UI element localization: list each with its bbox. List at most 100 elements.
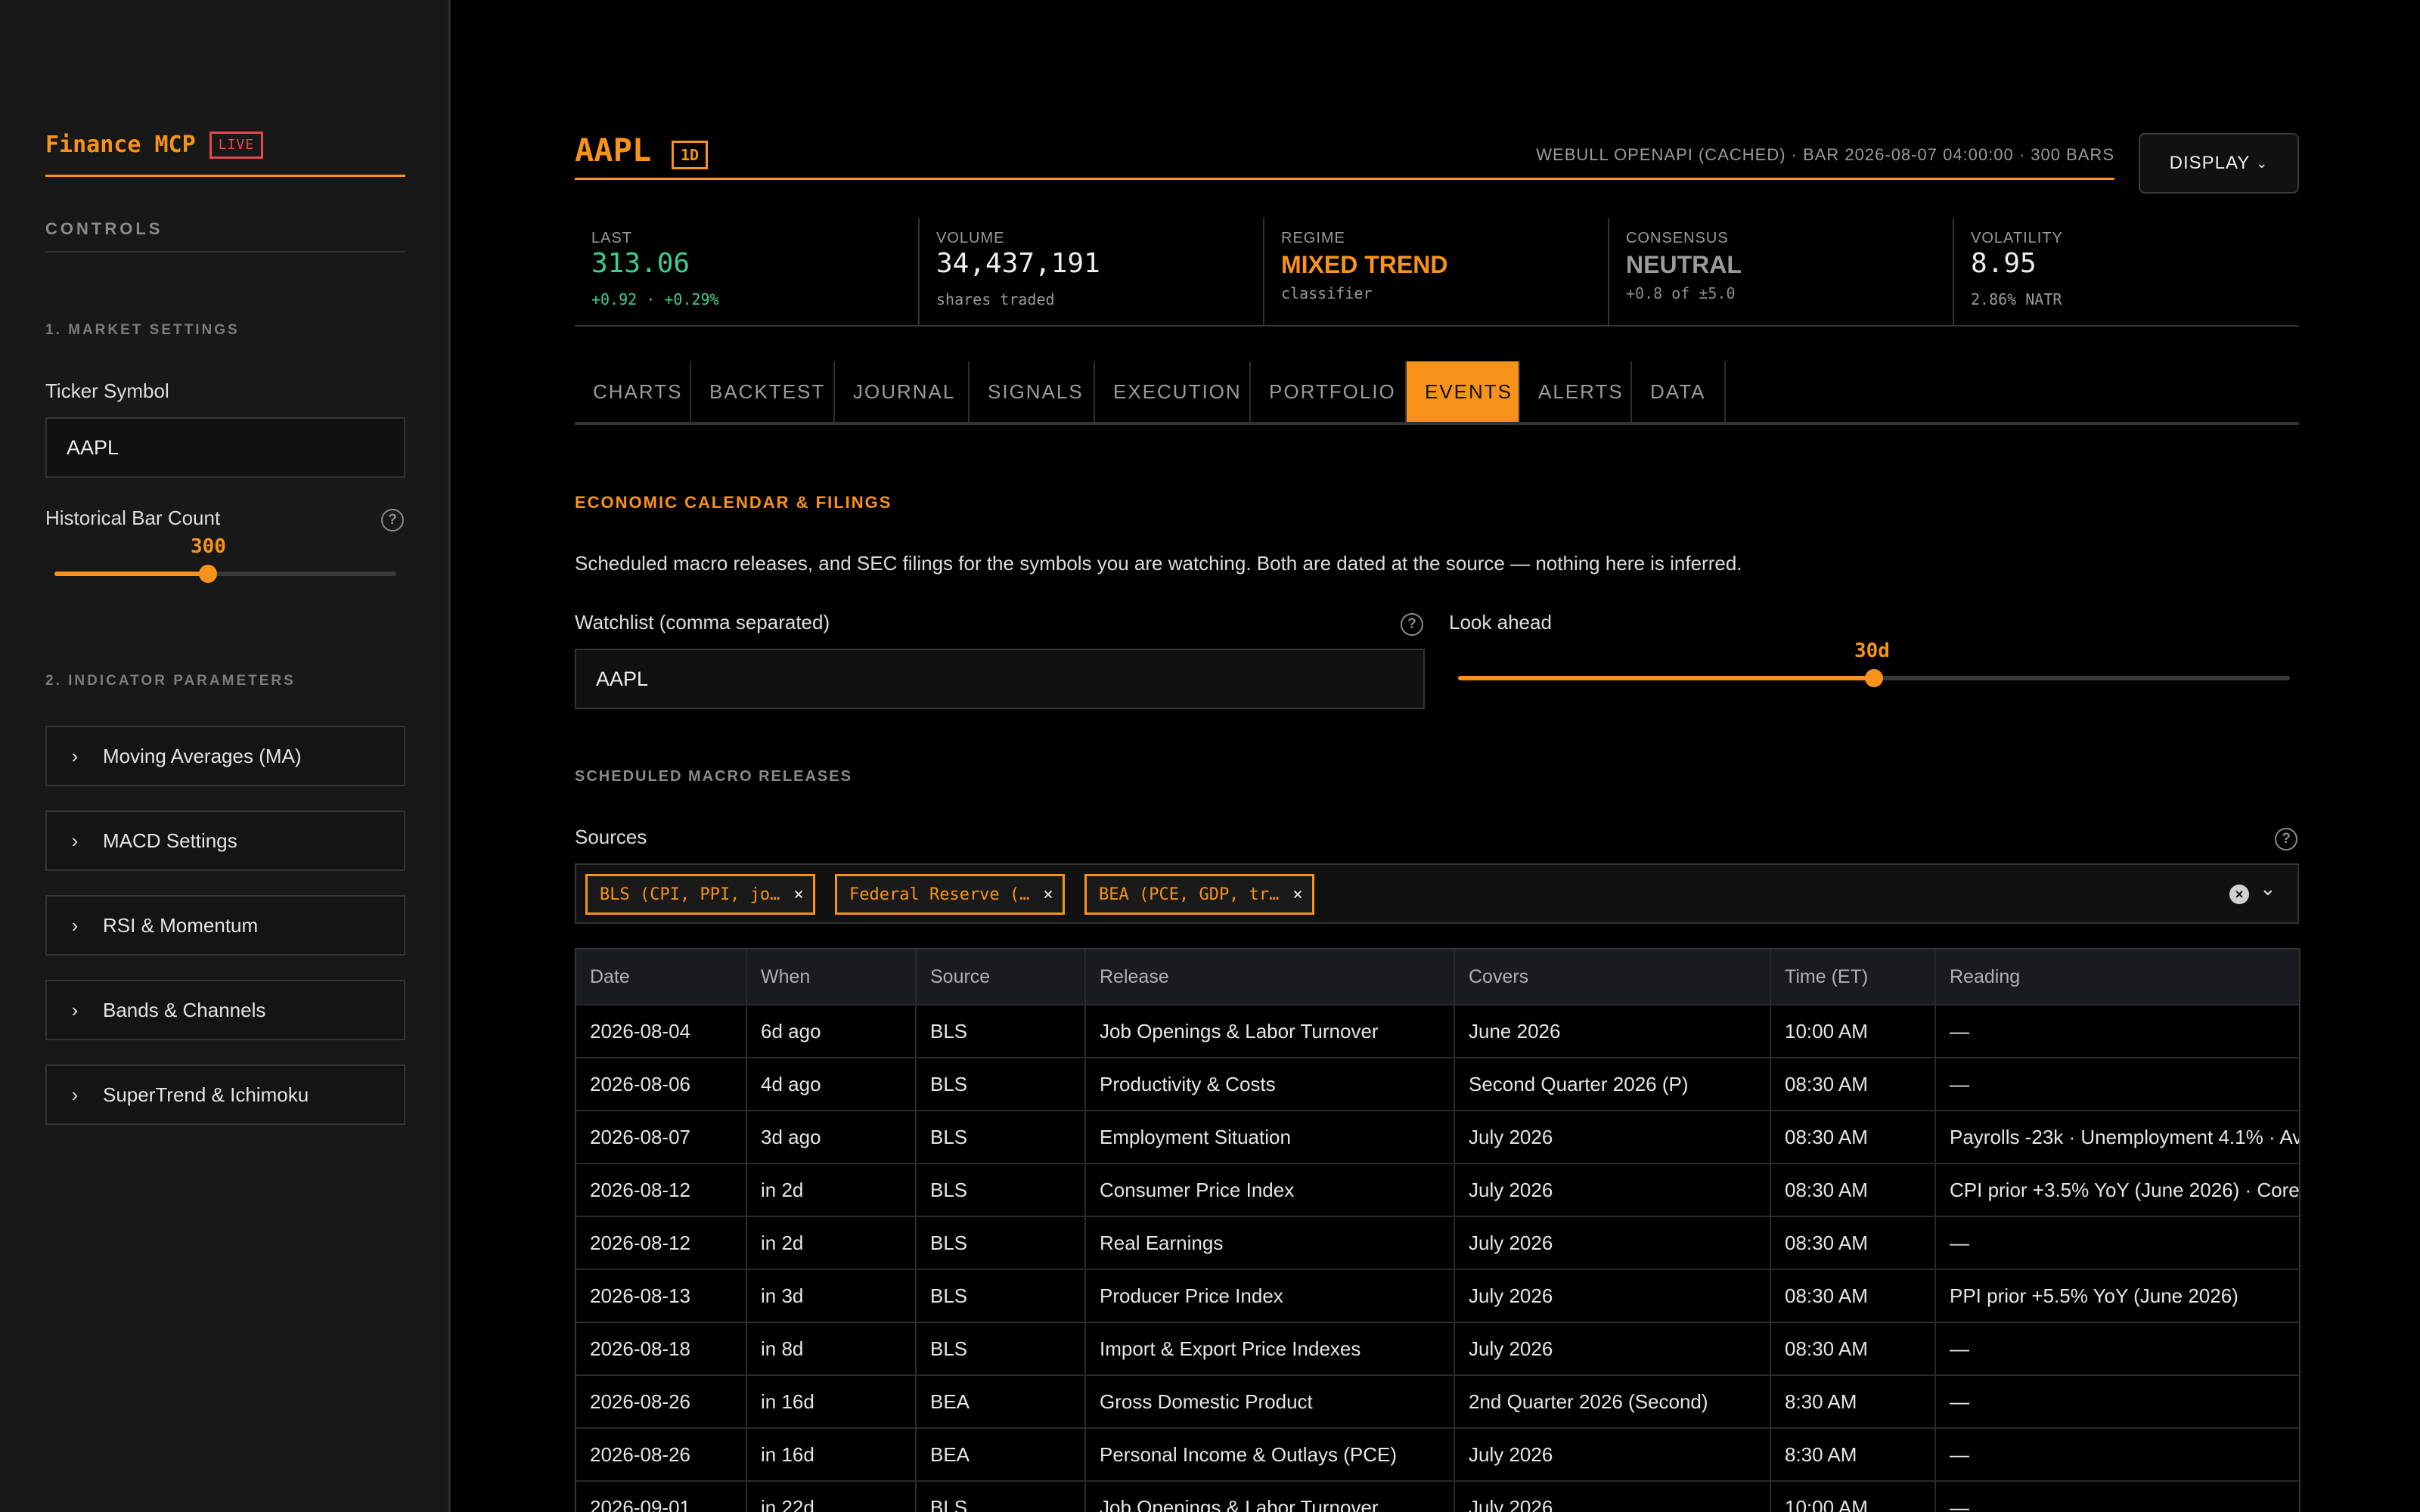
column-header[interactable]: Covers xyxy=(1455,950,1771,1004)
table-cell: 8:30 AM xyxy=(1771,1429,1936,1480)
bar-count-slider[interactable] xyxy=(54,565,396,583)
column-header[interactable]: Source xyxy=(917,950,1086,1004)
column-header[interactable]: When xyxy=(747,950,917,1004)
column-header[interactable]: Time (ET) xyxy=(1771,950,1936,1004)
table-cell: Personal Income & Outlays (PCE) xyxy=(1086,1429,1455,1480)
metric-label: VOLATILITY xyxy=(1971,230,2063,246)
table-cell: Producer Price Index xyxy=(1086,1270,1455,1321)
chip-label: BEA (PCE, GDP, tr… xyxy=(1099,885,1280,904)
expander-macd[interactable]: › MACD Settings xyxy=(45,810,405,871)
metric-sub: 2.86% NATR xyxy=(1971,290,2062,308)
bar-count-value: 300 xyxy=(191,535,226,558)
help-icon[interactable]: ? xyxy=(1401,613,1423,636)
metric-value: 34,437,191 xyxy=(936,248,1100,279)
close-icon[interactable]: × xyxy=(1043,885,1053,904)
table-cell: Job Openings & Labor Turnover xyxy=(1086,1005,1455,1057)
chevron-right-icon: › xyxy=(71,744,79,767)
table-cell: Gross Domestic Product xyxy=(1086,1376,1455,1427)
table-row: 2026-08-12 in 2d BLS Consumer Price Index Ju… xyxy=(576,1164,2299,1217)
table-cell: BEA xyxy=(917,1376,1086,1427)
tab-journal[interactable]: JOURNAL xyxy=(835,361,970,422)
column-header[interactable]: Reading xyxy=(1936,950,2299,1004)
tab-alerts[interactable]: ALERTS xyxy=(1520,361,1632,422)
table-cell: — xyxy=(1936,1217,2299,1269)
table-cell: 08:30 AM xyxy=(1771,1217,1936,1269)
sources-multiselect[interactable]: BLS (CPI, PPI, jo… × Federal Reserve (… … xyxy=(575,863,2299,924)
table-cell: 2026-08-26 xyxy=(576,1376,747,1427)
display-button-label: DISPLAY xyxy=(2169,153,2251,173)
watchlist-input[interactable]: AAPL xyxy=(575,649,1425,709)
metric-sub: classifier xyxy=(1281,284,1373,302)
expander-moving-averages[interactable]: › Moving Averages (MA) xyxy=(45,726,405,786)
table-cell: BLS xyxy=(917,1482,1086,1512)
metric-value: MIXED TREND xyxy=(1281,251,1448,278)
table-cell: in 3d xyxy=(747,1270,917,1321)
expander-rsi[interactable]: › RSI & Momentum xyxy=(45,895,405,956)
source-chip[interactable]: BEA (PCE, GDP, tr… × xyxy=(1084,874,1314,915)
table-cell: 10:00 AM xyxy=(1771,1005,1936,1057)
table-cell: in 16d xyxy=(747,1376,917,1427)
tab-events[interactable]: EVENTS xyxy=(1407,361,1520,422)
metric-consensus: CONSENSUS NEUTRAL +0.8 of ±5.0 xyxy=(1609,218,1954,327)
table-cell: Consumer Price Index xyxy=(1086,1164,1455,1216)
help-icon[interactable]: ? xyxy=(381,509,404,531)
table-row: 2026-08-26 in 16d BEA Gross Domestic Produc… xyxy=(576,1376,2299,1429)
column-header[interactable]: Release xyxy=(1086,950,1455,1004)
tab-backtest[interactable]: BACKTEST xyxy=(691,361,835,422)
column-header[interactable]: Date xyxy=(576,950,747,1004)
table-row: 2026-08-18 in 8d BLS Import & Export Price … xyxy=(576,1323,2299,1376)
tab-data[interactable]: DATA xyxy=(1632,361,1726,422)
tab-portfolio[interactable]: PORTFOLIO xyxy=(1251,361,1407,422)
table-cell: Payrolls -23k · Unemployment 4.1% · Avg xyxy=(1936,1111,2299,1163)
table-cell: 08:30 AM xyxy=(1771,1058,1936,1110)
table-cell: July 2026 xyxy=(1455,1217,1771,1269)
table-cell: Employment Situation xyxy=(1086,1111,1455,1163)
table-cell: in 2d xyxy=(747,1217,917,1269)
display-button[interactable]: DISPLAY ⌄ xyxy=(2139,133,2299,194)
table-cell: 10:00 AM xyxy=(1771,1482,1936,1512)
close-icon[interactable]: × xyxy=(793,885,803,904)
clear-icon[interactable]: × xyxy=(2229,885,2249,904)
metric-label: VOLUME xyxy=(936,230,1005,246)
expander-label: Moving Averages (MA) xyxy=(103,744,302,767)
tab-execution[interactable]: EXECUTION xyxy=(1095,361,1251,422)
table-cell: — xyxy=(1936,1429,2299,1480)
lookahead-slider[interactable] xyxy=(1458,669,2290,687)
ticker-input[interactable]: AAPL xyxy=(45,417,405,478)
table-row: 2026-08-06 4d ago BLS Productivity & Costs S… xyxy=(576,1058,2299,1111)
table-cell: 08:30 AM xyxy=(1771,1111,1936,1163)
table-cell: 4d ago xyxy=(747,1058,917,1110)
help-icon[interactable]: ? xyxy=(2275,828,2297,850)
table-cell: July 2026 xyxy=(1455,1482,1771,1512)
metric-sub: +0.92 · +0.29% xyxy=(591,290,719,308)
slider-thumb[interactable] xyxy=(199,565,218,583)
source-chip[interactable]: BLS (CPI, PPI, jo… × xyxy=(585,874,815,915)
controls-heading: CONTROLS xyxy=(45,219,405,253)
table-cell: Productivity & Costs xyxy=(1086,1058,1455,1110)
chevron-right-icon: › xyxy=(71,1083,79,1106)
table-cell: 3d ago xyxy=(747,1111,917,1163)
expander-supertrend[interactable]: › SuperTrend & Ichimoku xyxy=(45,1064,405,1125)
live-badge: LIVE xyxy=(209,132,264,159)
data-source-info: WEBULL OPENAPI (CACHED) · BAR 2026-08-07… xyxy=(1536,145,2114,164)
metric-last: LAST 313.06 +0.92 · +0.29% xyxy=(575,218,920,327)
source-chip[interactable]: Federal Reserve (… × xyxy=(835,874,1065,915)
table-cell: in 2d xyxy=(747,1164,917,1216)
close-icon[interactable]: × xyxy=(1292,885,1302,904)
tab-charts[interactable]: CHARTS xyxy=(575,361,691,422)
table-row: 2026-08-13 in 3d BLS Producer Price Index Ju… xyxy=(576,1270,2299,1323)
ticker-title: AAPL xyxy=(575,132,652,169)
metric-volume: VOLUME 34,437,191 shares traded xyxy=(920,218,1264,327)
tab-signals[interactable]: SIGNALS xyxy=(970,361,1095,422)
watchlist-label: Watchlist (comma separated) xyxy=(575,611,830,634)
metric-value: NEUTRAL xyxy=(1626,251,1742,278)
slider-thumb[interactable] xyxy=(1865,669,1883,687)
chip-label: Federal Reserve (… xyxy=(849,885,1030,904)
table-cell: July 2026 xyxy=(1455,1323,1771,1374)
table-cell: PPI prior +5.5% YoY (June 2026) xyxy=(1936,1270,2299,1321)
table-cell: 2nd Quarter 2026 (Second) xyxy=(1455,1376,1771,1427)
table-cell: BEA xyxy=(917,1429,1086,1480)
table-cell: Second Quarter 2026 (P) xyxy=(1455,1058,1771,1110)
chevron-down-icon[interactable]: ⌄ xyxy=(2260,877,2276,900)
expander-bands[interactable]: › Bands & Channels xyxy=(45,980,405,1040)
